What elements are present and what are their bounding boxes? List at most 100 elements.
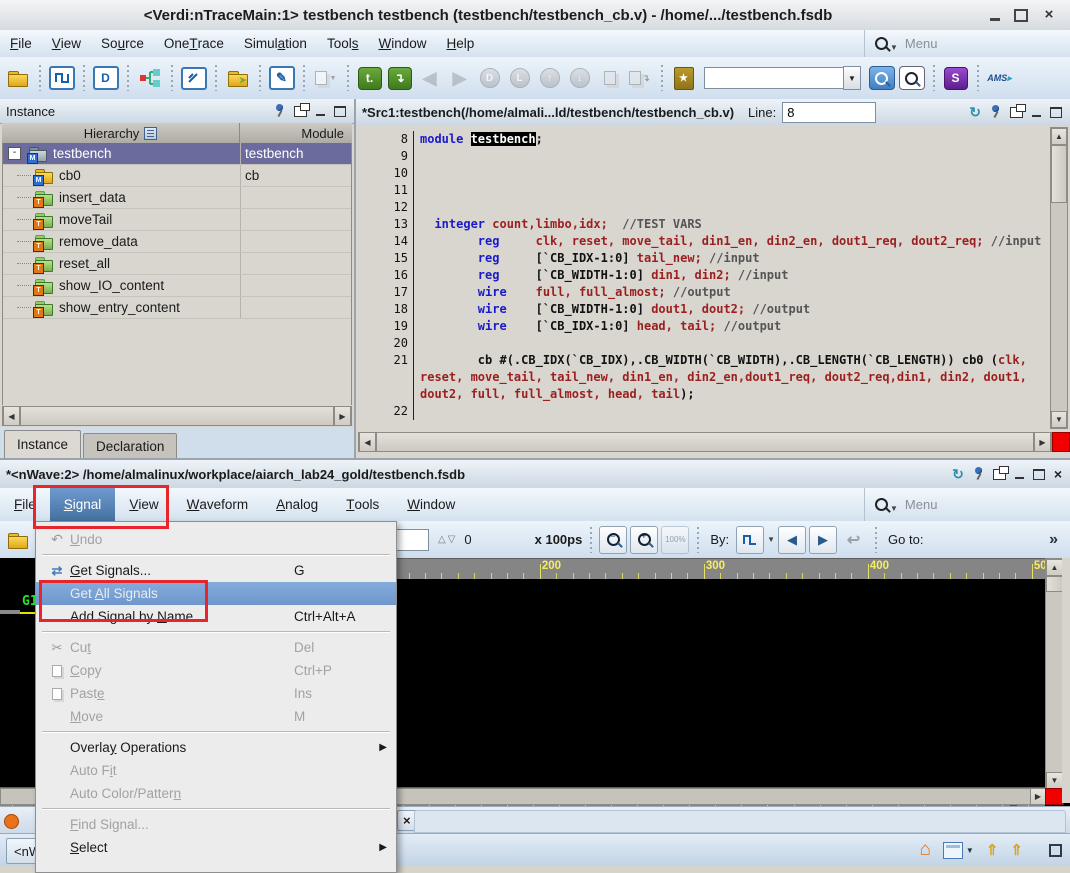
scroll-right-icon[interactable]: ▶	[1030, 788, 1046, 805]
hierarchy-row-show_IO_content[interactable]: Tshow_IO_content	[3, 275, 351, 297]
new-source-window-icon[interactable]	[180, 65, 207, 92]
reload-icon[interactable]: ↻	[969, 106, 981, 118]
minimize-panel-icon[interactable]	[1015, 469, 1024, 479]
scroll-down-icon[interactable]: ▼	[1051, 411, 1067, 428]
code-line[interactable]: 12	[356, 199, 1070, 216]
raise-all-icon[interactable]: ⇑	[1010, 841, 1023, 859]
menu-tools[interactable]: Tools	[317, 30, 369, 57]
code-line[interactable]: dout2, full, full_almost, head, tail);	[356, 386, 1070, 403]
zoom-in-icon[interactable]: +	[630, 526, 658, 554]
menu-item-select[interactable]: Select▶	[36, 836, 396, 859]
source-vertical-scrollbar[interactable]: ▲ ▼	[1050, 127, 1068, 429]
menu-analog[interactable]: Analog	[262, 488, 332, 521]
maximize-icon[interactable]	[1014, 9, 1028, 22]
hierarchy-row-cb0[interactable]: Mcb0cb	[3, 165, 351, 187]
search-combo-input[interactable]	[704, 67, 843, 89]
minimize-panel-icon[interactable]	[316, 106, 325, 116]
maximize-panel-icon[interactable]	[1033, 469, 1045, 480]
scroll-right-icon[interactable]: ▶	[1034, 432, 1051, 452]
menu-source[interactable]: Source	[91, 30, 154, 57]
minimize-panel-icon[interactable]	[1032, 107, 1041, 117]
search-by-signal-icon[interactable]	[736, 526, 764, 554]
scroll-left-icon[interactable]: ◀	[3, 406, 20, 426]
menu-simulation[interactable]: Simulation	[234, 30, 317, 57]
close-icon[interactable]: ×	[1042, 9, 1056, 21]
hierarchy-row-insert_data[interactable]: Tinsert_data	[3, 187, 351, 209]
menu-item-get-signals[interactable]: ⇄Get Signals...G	[36, 559, 396, 582]
reload-icon[interactable]: ↻	[952, 468, 964, 480]
hierarchy-column-header[interactable]: Hierarchy	[2, 123, 240, 143]
menu-item-overlay-operations[interactable]: Overlay Operations▶	[36, 736, 396, 759]
code-line[interactable]: 18 wire [`CB_WIDTH-1:0] dout1, dout2; //…	[356, 301, 1070, 318]
window-select-icon[interactable]: ▼	[943, 842, 974, 859]
code-line[interactable]: 20	[356, 335, 1070, 352]
maximize-panel-icon[interactable]	[1050, 107, 1062, 118]
scroll-right-icon[interactable]: ▶	[334, 406, 351, 426]
hierarchy-row-moveTail[interactable]: TmoveTail	[3, 209, 351, 231]
code-line[interactable]: 13 integer count,limbo,idx; //TEST VARS	[356, 216, 1070, 233]
menu-signal[interactable]: Signal	[50, 488, 116, 521]
code-line[interactable]: 16 reg [`CB_WIDTH-1:0] din1, din2; //inp…	[356, 267, 1070, 284]
menu-help[interactable]: Help	[437, 30, 485, 57]
open-database-icon[interactable]	[4, 526, 31, 553]
trace-driver-icon[interactable]: t.	[356, 65, 383, 92]
scroll-up-icon[interactable]: ▲	[1046, 559, 1063, 576]
scroll-left-icon[interactable]: ◀	[359, 432, 376, 452]
module-column-header[interactable]: Module	[240, 126, 352, 141]
menu-search[interactable]: ▼ Menu	[864, 30, 1060, 57]
time-spinner[interactable]: △▽	[438, 534, 457, 545]
find-zoom-icon[interactable]	[898, 65, 925, 92]
chevron-down-icon[interactable]: ▼	[843, 66, 861, 90]
new-hierarchy-icon[interactable]	[136, 65, 163, 92]
maximize-panel-icon[interactable]	[334, 106, 346, 117]
detach-window-icon[interactable]	[993, 469, 1006, 480]
home-icon[interactable]: ⌂	[919, 841, 930, 859]
scroll-down-icon[interactable]: ▼	[1046, 772, 1063, 789]
source-horizontal-scrollbar[interactable]: ◀ ▶	[358, 432, 1052, 452]
source-code-area[interactable]: 8module testbench;910111213 integer coun…	[356, 125, 1070, 431]
code-line[interactable]: 9	[356, 148, 1070, 165]
code-line[interactable]: 10	[356, 165, 1070, 182]
trace-load-icon[interactable]: ↴	[386, 65, 413, 92]
restore-session-icon[interactable]: ➤	[224, 65, 251, 92]
find-icon[interactable]	[868, 65, 895, 92]
hierarchy-row-testbench[interactable]: -Mtestbenchtestbench	[3, 143, 351, 165]
code-line[interactable]: 14 reg clk, reset, move_tail, din1_en, d…	[356, 233, 1070, 250]
code-line[interactable]: 17 wire full, full_almost; //output	[356, 284, 1070, 301]
menu-view[interactable]: View	[42, 30, 91, 57]
hierarchy-row-show_entry_content[interactable]: Tshow_entry_content	[3, 297, 351, 319]
time-ruler[interactable]: 200300400500	[389, 558, 1045, 581]
instance-horizontal-scrollbar[interactable]: ◀ ▶	[2, 406, 352, 426]
minimize-icon[interactable]	[990, 9, 1000, 21]
new-schematic-icon[interactable]: D	[92, 65, 119, 92]
close-icon[interactable]: ×	[1054, 469, 1062, 479]
toolbar-search-combo[interactable]: ▼	[704, 66, 861, 90]
code-line[interactable]: 15 reg [`CB_IDX-1:0] tail_new; //input	[356, 250, 1070, 267]
toolbar-overflow-chevron[interactable]: »	[1049, 531, 1066, 549]
scroll-up-icon[interactable]: ▲	[1051, 128, 1067, 145]
waveform-canvas[interactable]	[389, 579, 1045, 764]
tab-declaration[interactable]: Declaration	[83, 433, 177, 458]
chevron-down-icon[interactable]: ▼	[767, 535, 775, 544]
raise-window-icon[interactable]: ⇑	[986, 841, 999, 859]
menu-waveform[interactable]: Waveform	[173, 488, 263, 521]
menu-search[interactable]: ▼ Menu	[864, 488, 1060, 521]
menu-view[interactable]: View	[115, 488, 172, 521]
hierarchy-row-reset_all[interactable]: Treset_all	[3, 253, 351, 275]
code-line[interactable]: 21 cb #(.CB_IDX(`CB_IDX),.CB_WIDTH(`CB_W…	[356, 352, 1070, 369]
code-line[interactable]: 11	[356, 182, 1070, 199]
detach-window-icon[interactable]	[1010, 107, 1023, 118]
code-line[interactable]: reset, move_tail, tail_new, din1_en, din…	[356, 369, 1070, 386]
menu-file[interactable]: File	[0, 488, 50, 521]
pin-icon[interactable]	[274, 104, 285, 118]
edit-annotation-icon[interactable]: ✎	[268, 65, 295, 92]
code-line[interactable]: 22	[356, 403, 1070, 420]
search-forward-icon[interactable]: ▶	[809, 526, 837, 554]
fullscreen-icon[interactable]	[1049, 844, 1062, 857]
hierarchy-row-remove_data[interactable]: Tremove_data	[3, 231, 351, 253]
code-line[interactable]: 19 wire [`CB_IDX-1:0] head, tail; //outp…	[356, 318, 1070, 335]
bookmark-icon[interactable]: ★	[670, 65, 697, 92]
tab-instance[interactable]: Instance	[4, 430, 81, 458]
detach-window-icon[interactable]	[294, 106, 307, 117]
code-line[interactable]: 8module testbench;	[356, 131, 1070, 148]
